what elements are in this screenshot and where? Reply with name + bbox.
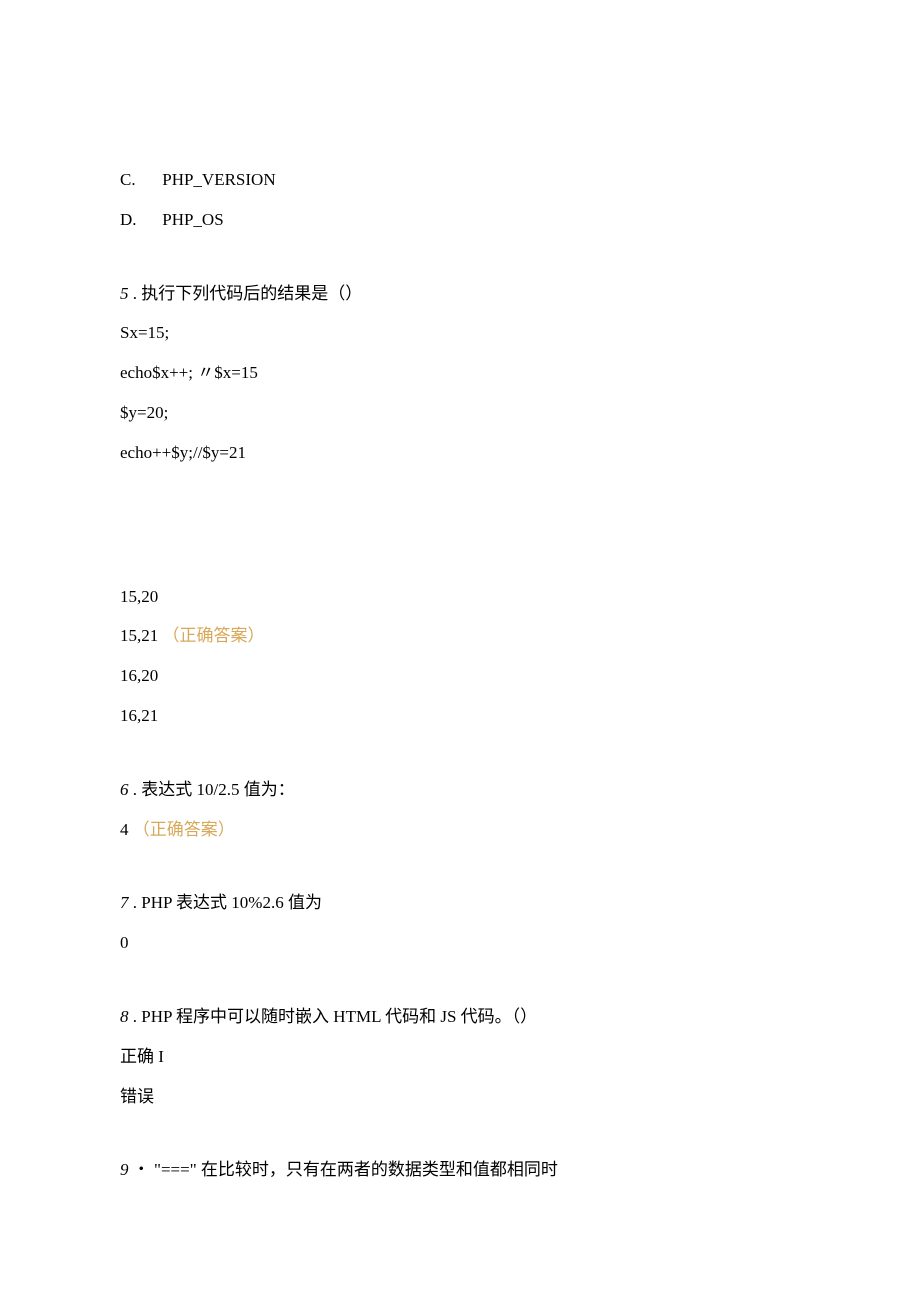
answer-text: 4 — [120, 820, 129, 839]
answer-option: 16,21 — [120, 704, 800, 728]
question-number: 5 — [120, 284, 129, 303]
answer-text: 15,21 — [120, 626, 158, 645]
question-separator: . — [133, 893, 137, 912]
question-number: 7 — [120, 893, 129, 912]
document-page: C. PHP_VERSION D. PHP_OS 5 . 执行下列代码后的结果是… — [0, 0, 920, 1301]
question-separator: . — [133, 1007, 137, 1026]
question-5: 5 . 执行下列代码后的结果是（） — [120, 282, 800, 306]
option-c: C. PHP_VERSION — [120, 168, 800, 192]
question-separator: . — [133, 284, 137, 303]
question-text: 执行下列代码后的结果是（） — [141, 284, 362, 303]
question-text: 表达式 10/2.5 值为： — [141, 780, 294, 799]
question-number: 8 — [120, 1007, 129, 1026]
question-6: 6 . 表达式 10/2.5 值为： — [120, 778, 800, 802]
answer-text: 16,20 — [120, 666, 158, 685]
answer-option: 15,21 （正确答案） — [120, 624, 800, 648]
question-8: 8 . PHP 程序中可以随时嵌入 HTML 代码和 JS 代码。（） — [120, 1005, 800, 1029]
answer-line: 0 — [120, 931, 800, 955]
option-text: PHP_VERSION — [162, 170, 275, 189]
question-separator: ・ — [133, 1160, 150, 1179]
option-letter: D. — [120, 208, 158, 232]
option-d: D. PHP_OS — [120, 208, 800, 232]
option-text: PHP_OS — [162, 210, 223, 229]
answer-text: 15,20 — [120, 587, 158, 606]
question-separator: . — [133, 780, 137, 799]
question-text: PHP 程序中可以随时嵌入 HTML 代码和 JS 代码。（） — [141, 1007, 537, 1026]
answer-text: 16,21 — [120, 706, 158, 725]
question-number: 9 — [120, 1160, 129, 1179]
answer-option: 15,20 — [120, 585, 800, 609]
correct-marker: （正确答案） — [163, 626, 265, 645]
question-text: "===" 在比较时，只有在两者的数据类型和值都相同时 — [154, 1160, 558, 1179]
answer-option: 正确 I — [120, 1045, 800, 1069]
question-text: PHP 表达式 10%2.6 值为 — [141, 893, 322, 912]
answer-option: 16,20 — [120, 664, 800, 688]
option-letter: C. — [120, 168, 158, 192]
answer-line: 4 （正确答案） — [120, 818, 800, 842]
code-line: Sx=15; — [120, 321, 800, 345]
code-line: echo++$y;//$y=21 — [120, 441, 800, 465]
question-number: 6 — [120, 780, 129, 799]
correct-marker: （正确答案） — [133, 820, 235, 839]
code-line: echo$x++; 〃$x=15 — [120, 361, 800, 385]
code-line: $y=20; — [120, 401, 800, 425]
question-7: 7 . PHP 表达式 10%2.6 值为 — [120, 891, 800, 915]
question-9: 9 ・ "===" 在比较时，只有在两者的数据类型和值都相同时 — [120, 1158, 800, 1182]
answer-option: 错误 — [120, 1085, 800, 1109]
